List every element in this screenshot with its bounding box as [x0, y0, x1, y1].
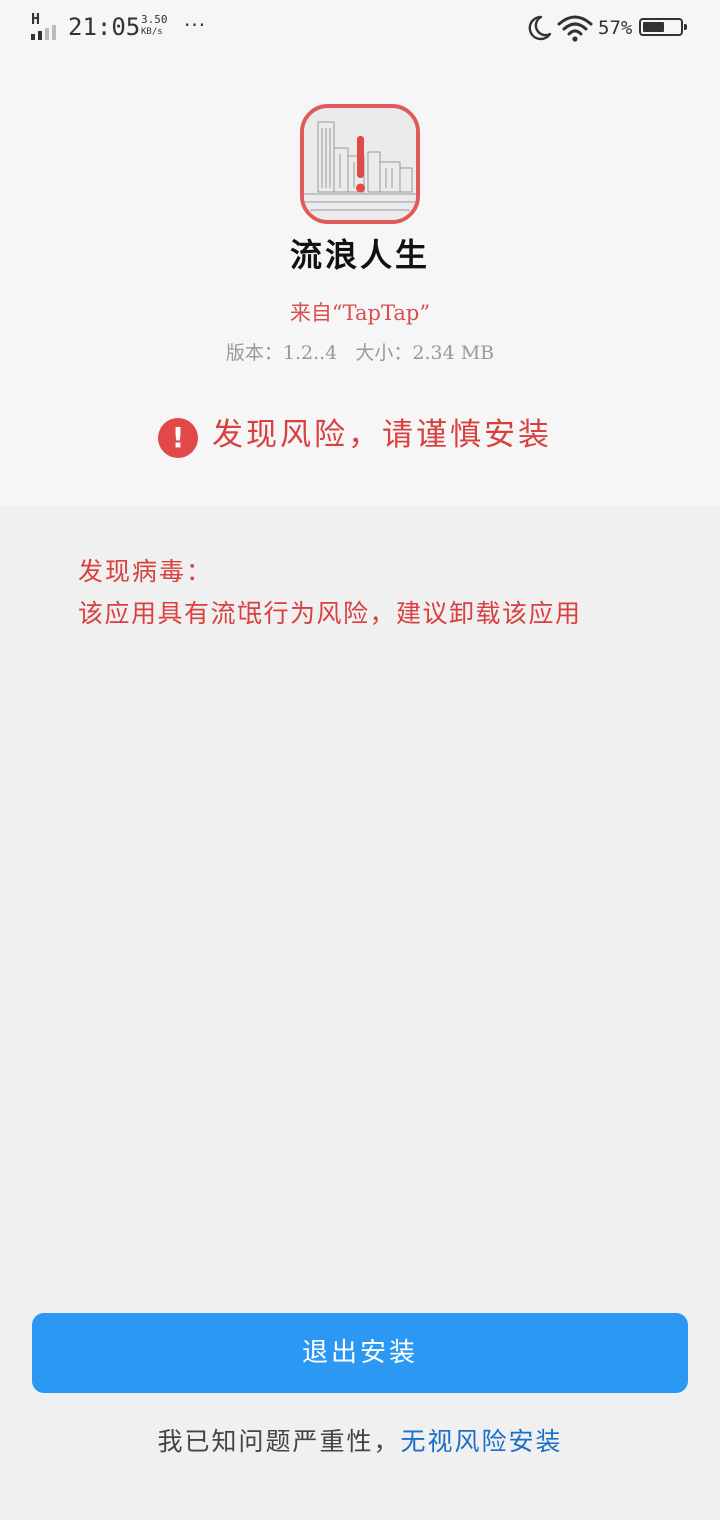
- app-info-panel: H 21:05 3.50 KB/s ··· 57% 流浪人生 来自“TapTap…: [0, 0, 720, 506]
- risk-warning-text: 发现风险，请谨慎安装: [212, 417, 552, 453]
- battery-icon: [639, 18, 687, 36]
- ignore-risk-install-link[interactable]: 无视风险安装: [401, 1427, 563, 1456]
- network-speed-value: 3.50: [141, 13, 168, 26]
- app-version-size: 版本：1.2..4 大小：2.34 MB: [225, 342, 495, 364]
- app-source: 来自“TapTap”: [289, 301, 431, 325]
- battery-percent: 57%: [598, 17, 633, 39]
- app-name: 流浪人生: [289, 236, 430, 274]
- ignore-risk-line: 我已知问题严重性，无视风险安装: [0, 1420, 720, 1464]
- exclamation-icon: !: [158, 418, 198, 458]
- network-speed: 3.50 KB/s: [141, 13, 168, 39]
- risk-warning: ! 发现风险，请谨慎安装: [158, 410, 552, 460]
- virus-description: 该应用具有流氓行为风险，建议卸载该应用: [78, 599, 582, 628]
- virus-title: 发现病毒：: [78, 557, 214, 586]
- network-type: H: [31, 10, 41, 28]
- moon-icon: [528, 15, 552, 41]
- warning-app-icon: [300, 104, 420, 224]
- exit-install-button[interactable]: 退出安装: [32, 1313, 688, 1393]
- more-notifications-icon: ···: [184, 13, 207, 37]
- clock: 21:05: [68, 13, 141, 41]
- network-signal-icon: H: [30, 12, 64, 42]
- ignore-risk-prefix: 我已知问题严重性，: [157, 1427, 401, 1456]
- wifi-icon: [557, 15, 593, 42]
- network-speed-unit: KB/s: [141, 27, 163, 37]
- status-bar: H 21:05 3.50 KB/s ··· 57%: [0, 0, 720, 56]
